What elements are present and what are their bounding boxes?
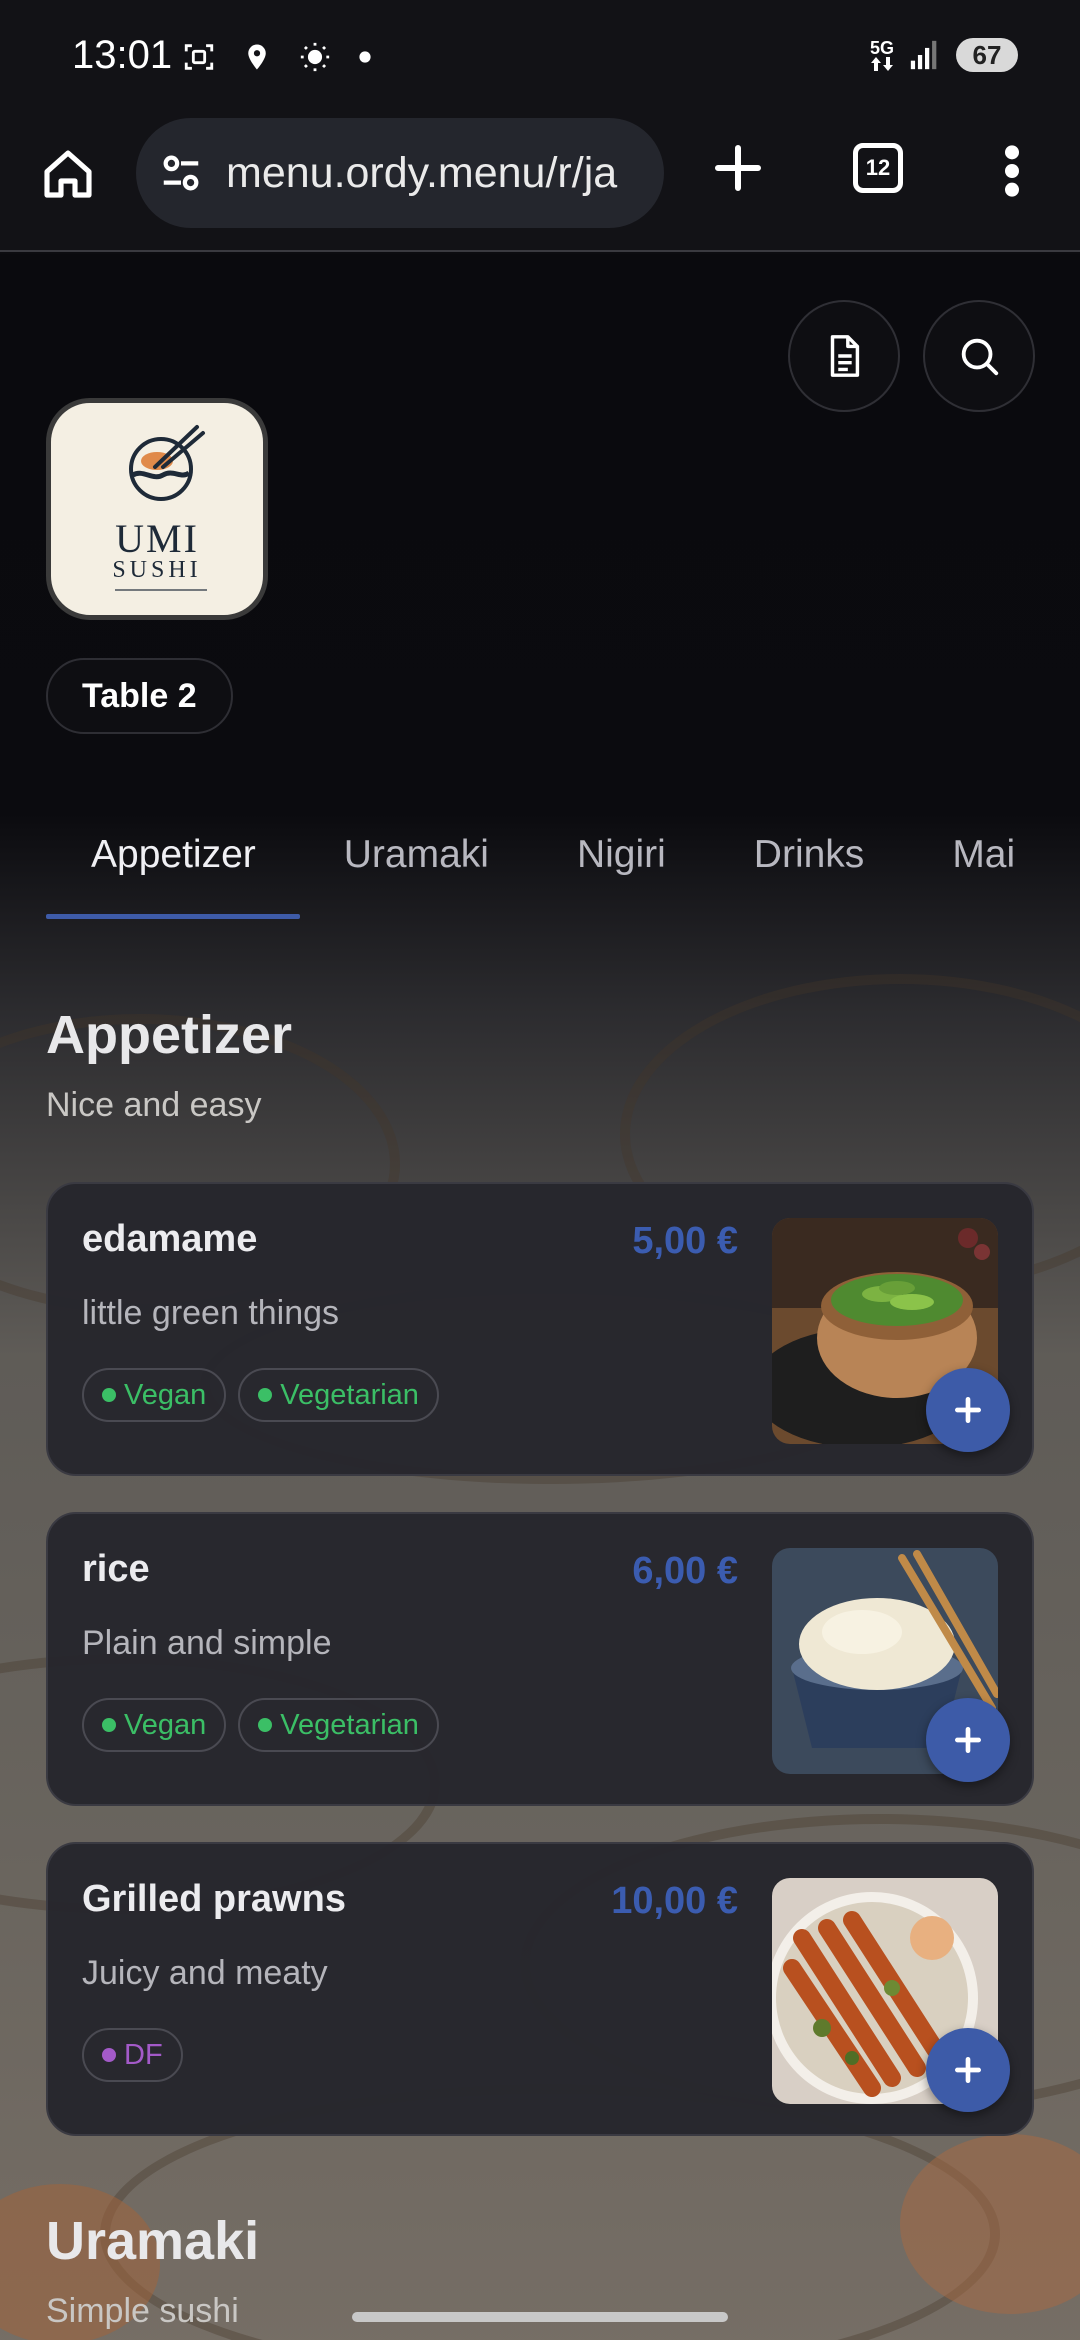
- search-button[interactable]: [923, 300, 1035, 412]
- section-subtitle-uramaki: Simple sushi: [46, 2292, 239, 2330]
- plus-icon: [955, 1727, 981, 1753]
- tab-nigiri[interactable]: Nigiri: [533, 809, 710, 919]
- brightness-icon: [300, 42, 330, 72]
- item-name: Grilled prawns: [82, 1878, 346, 1920]
- search-icon: [961, 338, 999, 376]
- logo-name-umi: UMI: [115, 516, 199, 561]
- network-type: 5G: [869, 38, 894, 58]
- menu-document-button[interactable]: [788, 300, 900, 412]
- add-to-order-button[interactable]: [926, 2028, 1010, 2112]
- plus-icon: [955, 2057, 981, 2083]
- item-tags: Vegan Vegetarian: [82, 1698, 439, 1752]
- restaurant-logo: UMI SUSHI: [46, 398, 268, 620]
- item-name: edamame: [82, 1218, 258, 1260]
- item-description: Juicy and meaty: [82, 1954, 328, 1992]
- tab-main[interactable]: Mai: [908, 809, 1059, 919]
- browser-toolbar: menu.ordy.menu/r/ja 12: [0, 118, 1080, 252]
- table-badge[interactable]: Table 2: [46, 658, 233, 734]
- item-price: 5,00 €: [632, 1220, 738, 1262]
- tag-dot-icon: [102, 1718, 116, 1732]
- tag-label: Vegan: [124, 1378, 207, 1411]
- menu-item-card[interactable]: Grilled prawns 10,00 € Juicy and meaty D…: [46, 1842, 1034, 2136]
- tab-switcher-button[interactable]: 12: [853, 143, 903, 193]
- status-icons-left: [182, 40, 372, 74]
- location-icon: [248, 44, 266, 70]
- site-settings-icon[interactable]: [158, 150, 204, 196]
- section-title-appetizer: Appetizer: [46, 1005, 293, 1065]
- item-price: 6,00 €: [632, 1550, 738, 1592]
- tag-label: Vegan: [124, 1708, 207, 1741]
- menu-item-card[interactable]: rice 6,00 € Plain and simple Vegan Veget…: [46, 1512, 1034, 1806]
- item-price: 10,00 €: [611, 1880, 738, 1922]
- section-title-uramaki: Uramaki: [46, 2211, 260, 2271]
- tag-vegan: Vegan: [82, 1698, 227, 1752]
- tag-label: Vegetarian: [280, 1378, 419, 1411]
- add-to-order-button[interactable]: [926, 1698, 1010, 1782]
- add-to-order-button[interactable]: [926, 1368, 1010, 1452]
- item-name: rice: [82, 1548, 150, 1590]
- url-bar[interactable]: menu.ordy.menu/r/ja: [136, 118, 664, 228]
- tag-dot-icon: [102, 2048, 116, 2062]
- status-time: 13:01: [72, 33, 173, 77]
- tag-vegetarian: Vegetarian: [238, 1698, 439, 1752]
- item-description: Plain and simple: [82, 1624, 332, 1662]
- menu-item-card[interactable]: edamame 5,00 € little green things Vegan…: [46, 1182, 1034, 1476]
- document-icon: [830, 335, 860, 377]
- plus-icon: [955, 1397, 981, 1423]
- tag-label: Vegetarian: [280, 1708, 419, 1741]
- tab-uramaki[interactable]: Uramaki: [300, 809, 533, 919]
- home-icon[interactable]: [40, 146, 96, 202]
- url-text[interactable]: menu.ordy.menu/r/ja: [226, 149, 617, 198]
- status-icons-right: 5G 67: [870, 38, 1018, 72]
- tag-dot-icon: [102, 1388, 116, 1402]
- signal-icon: [910, 40, 937, 70]
- sushi-chopsticks-emblem: [129, 425, 205, 501]
- battery-indicator: 67: [956, 38, 1018, 72]
- tab-drinks[interactable]: Drinks: [710, 809, 909, 919]
- item-tags: Vegan Vegetarian: [82, 1368, 439, 1422]
- tag-dot-icon: [258, 1718, 273, 1732]
- item-description: little green things: [82, 1294, 340, 1332]
- screenshot-icon: [184, 44, 214, 70]
- menu-page[interactable]: UMI SUSHI Table 2 Appetizer Uramaki Nigi…: [0, 254, 1080, 2340]
- logo-name-sushi: SUSHI: [112, 557, 202, 583]
- new-tab-icon[interactable]: [708, 138, 768, 198]
- tag-label: DF: [124, 2038, 163, 2071]
- section-subtitle-appetizer: Nice and easy: [46, 1086, 262, 1124]
- tag-df: DF: [82, 2028, 183, 2082]
- data-arrows-icon: [870, 57, 893, 71]
- network-indicator: 5G: [870, 39, 894, 71]
- tag-vegetarian: Vegetarian: [238, 1368, 439, 1422]
- item-tags: DF: [82, 2028, 183, 2082]
- more-options-icon[interactable]: [1000, 143, 1024, 199]
- logo-tagline-rule: [115, 589, 207, 591]
- status-bar: 13:01 5G 67: [0, 0, 1080, 118]
- tag-vegan: Vegan: [82, 1368, 227, 1422]
- notification-dot-icon: [359, 51, 371, 63]
- gesture-bar[interactable]: [352, 2312, 728, 2322]
- tab-appetizer[interactable]: Appetizer: [46, 809, 300, 919]
- category-tabs: Appetizer Uramaki Nigiri Drinks Mai: [0, 809, 1080, 919]
- tag-dot-icon: [258, 1388, 273, 1402]
